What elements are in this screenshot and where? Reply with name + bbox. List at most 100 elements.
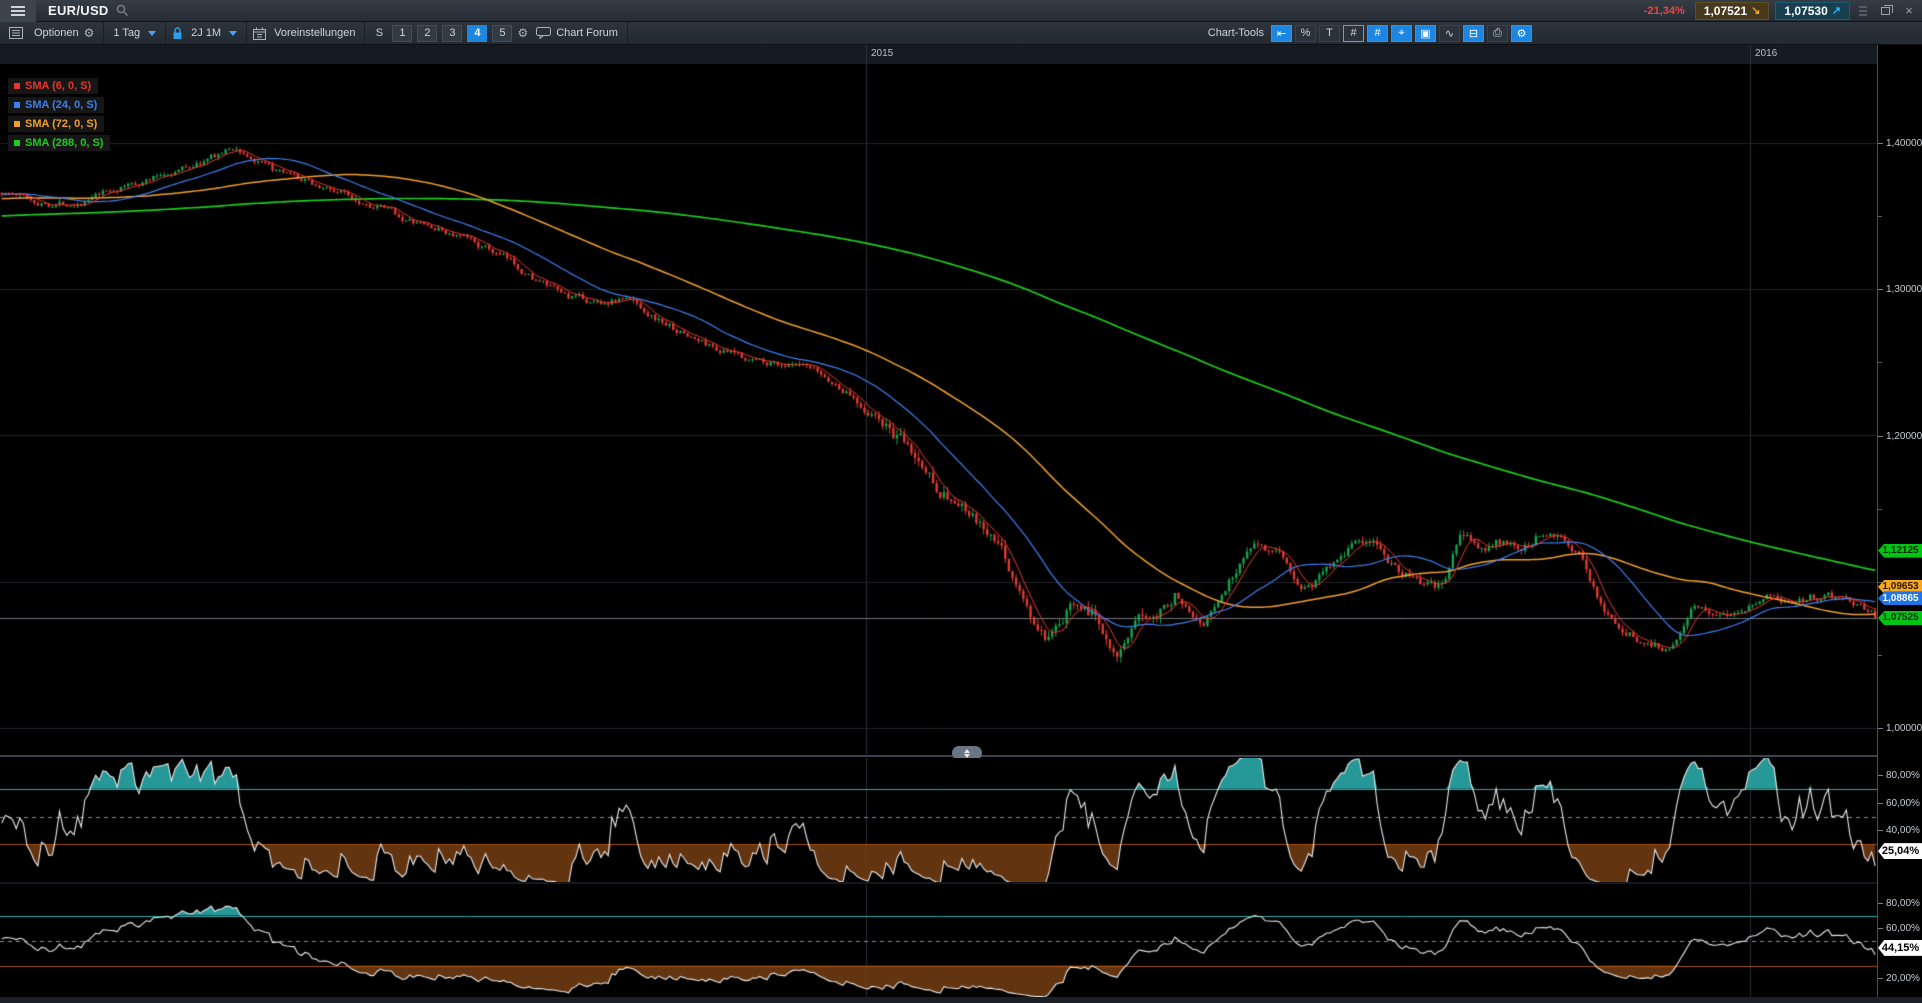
main-price-chart[interactable]	[0, 64, 1877, 755]
search-icon[interactable]	[116, 4, 129, 17]
chart-toolbar: Optionen ⚙ 1 Tag 2J 1M	[0, 22, 1922, 45]
close-window-button[interactable]: ×	[1900, 3, 1918, 19]
text-size-icon[interactable]: T	[1319, 25, 1340, 42]
options-button[interactable]: Optionen ⚙	[31, 24, 97, 42]
axis-tick	[1878, 289, 1883, 290]
rsi-tick-label: 80,00%	[1886, 898, 1920, 909]
menu-button[interactable]	[0, 0, 36, 22]
chart-tools-label: Chart-Tools	[1208, 27, 1264, 39]
legend-label: SMA (288, 0, S)	[25, 137, 103, 149]
percent-scale-icon[interactable]: %	[1295, 25, 1316, 42]
restore-window-button[interactable]	[1876, 3, 1894, 19]
price-tick-label: 1,20000	[1886, 431, 1922, 442]
bottom-strip	[0, 997, 1922, 1003]
chart-forum-button[interactable]: Chart Forum	[533, 25, 621, 41]
axis-tick	[1878, 978, 1883, 979]
legend-bullet	[14, 83, 20, 89]
gear-icon: ⚙	[84, 26, 95, 40]
rsi-tick-label: 80,00%	[1886, 770, 1920, 781]
restore-icon	[1881, 7, 1890, 15]
legend-item-sma-72[interactable]: SMA (72, 0, S)	[8, 116, 104, 132]
rsi-24-panel[interactable]	[0, 884, 1877, 997]
price-axis[interactable]: 1,400001,300001,200001,000001,121251,096…	[1877, 45, 1922, 1003]
chart-window: EUR/USD -21,34% 1,07521 ↘ 1,07530 ↗ ×	[0, 0, 1922, 1003]
legend-item-sma-24[interactable]: SMA (24, 0, S)	[8, 97, 104, 113]
titlebar: EUR/USD -21,34% 1,07521 ↘ 1,07530 ↗ ×	[0, 0, 1922, 22]
price-badge: 1,07525	[1878, 611, 1922, 625]
price-tick-label: 1,30000	[1886, 284, 1922, 295]
grid-edit-icon[interactable]: #	[1367, 25, 1388, 42]
layout-tab-3[interactable]: 3	[442, 25, 462, 42]
presets-label: Voreinstellungen	[274, 27, 355, 39]
price-down-arrow-icon: ↘	[1751, 4, 1760, 17]
list-view-button[interactable]	[6, 25, 26, 41]
panel-splitter[interactable]	[0, 755, 1877, 757]
axis-tick	[1878, 655, 1882, 656]
layout-tab-1[interactable]: 1	[392, 25, 412, 42]
axis-tick	[1878, 903, 1883, 904]
dock-left-icon[interactable]: ⇤	[1271, 25, 1292, 42]
chevron-down-icon	[229, 31, 237, 36]
speech-bubble-icon	[536, 27, 551, 39]
rsi-tick-label: 20,00%	[1886, 973, 1920, 984]
presets-button[interactable]: Voreinstellungen	[271, 25, 358, 41]
settings-edit-icon[interactable]: ⚙	[1511, 25, 1532, 42]
legend-label: SMA (72, 0, S)	[25, 118, 97, 130]
axis-tick	[1878, 509, 1882, 510]
print-icon[interactable]: ⎙	[1487, 25, 1508, 42]
layout-tab-5[interactable]: 5	[492, 25, 512, 42]
axis-tick	[1878, 928, 1883, 929]
axis-tick	[1878, 143, 1883, 144]
price-up-arrow-icon: ↗	[1832, 4, 1841, 17]
date-axis: 2015 2016	[0, 45, 1922, 64]
period-dropdown[interactable]: 1 Tag	[110, 25, 159, 41]
axis-tick	[1878, 775, 1883, 776]
buy-price: 1,07530	[1784, 4, 1827, 18]
change-percent: -21,34%	[1644, 5, 1685, 17]
period-label: 1 Tag	[113, 27, 140, 39]
year-label-2016: 2016	[1755, 48, 1777, 59]
rsi-tick-label: 60,00%	[1886, 798, 1920, 809]
year-gridline-tick	[866, 45, 867, 64]
axis-tick	[1878, 830, 1883, 831]
layout-settings-gear-icon[interactable]: ⚙	[517, 26, 528, 40]
rsi-value-badge: 25,04%	[1878, 843, 1922, 859]
price-badge: 1,08865	[1878, 591, 1922, 605]
legend-bullet	[14, 121, 20, 127]
indicator-legend: SMA (6, 0, S) SMA (24, 0, S) SMA (72, 0, S…	[8, 78, 110, 151]
rsi-tick-label: 60,00%	[1886, 923, 1920, 934]
lock-icon[interactable]	[172, 27, 183, 40]
legend-item-sma-6[interactable]: SMA (6, 0, S)	[8, 78, 98, 94]
range-dropdown[interactable]: 2J 1M	[188, 25, 240, 41]
candle-style-icon[interactable]: ∿	[1439, 25, 1460, 42]
price-badge: 1,12125	[1878, 544, 1922, 558]
rsi-6-panel[interactable]	[0, 758, 1877, 882]
layout-tab-4[interactable]: 4	[467, 25, 487, 42]
price-tick-label: 1,00000	[1886, 723, 1922, 734]
chevron-down-icon	[148, 31, 156, 36]
grid-icon[interactable]: #	[1343, 25, 1364, 42]
buy-price-button[interactable]: 1,07530 ↗	[1775, 2, 1850, 20]
axis-tick	[1878, 582, 1882, 583]
symbol-title: EUR/USD	[48, 3, 109, 18]
year-label-2015: 2015	[871, 48, 893, 59]
layout-prefix[interactable]: S	[371, 25, 387, 42]
legend-label: SMA (24, 0, S)	[25, 99, 97, 111]
rsi-tick-label: 40,00%	[1886, 825, 1920, 836]
legend-label: SMA (6, 0, S)	[25, 80, 91, 92]
eraser-icon[interactable]: ⊟	[1463, 25, 1484, 42]
windows-layout-icon[interactable]: ▣	[1415, 25, 1436, 42]
chart-forum-label: Chart Forum	[556, 27, 618, 39]
pin-crosshair-icon[interactable]: ⌖	[1391, 25, 1412, 42]
year-gridline-tick	[1750, 45, 1751, 64]
sell-price-button[interactable]: 1,07521 ↘	[1695, 2, 1770, 20]
options-label: Optionen	[34, 27, 79, 39]
calendar-icon[interactable]	[253, 27, 266, 40]
range-label: 2J 1M	[191, 27, 221, 39]
axis-tick	[1878, 728, 1883, 729]
price-tick-label: 1,40000	[1886, 138, 1922, 149]
layout-tab-2[interactable]: 2	[417, 25, 437, 42]
legend-item-sma-288[interactable]: SMA (288, 0, S)	[8, 135, 110, 151]
list-icon	[9, 27, 23, 39]
drag-grip[interactable]	[1859, 6, 1867, 16]
